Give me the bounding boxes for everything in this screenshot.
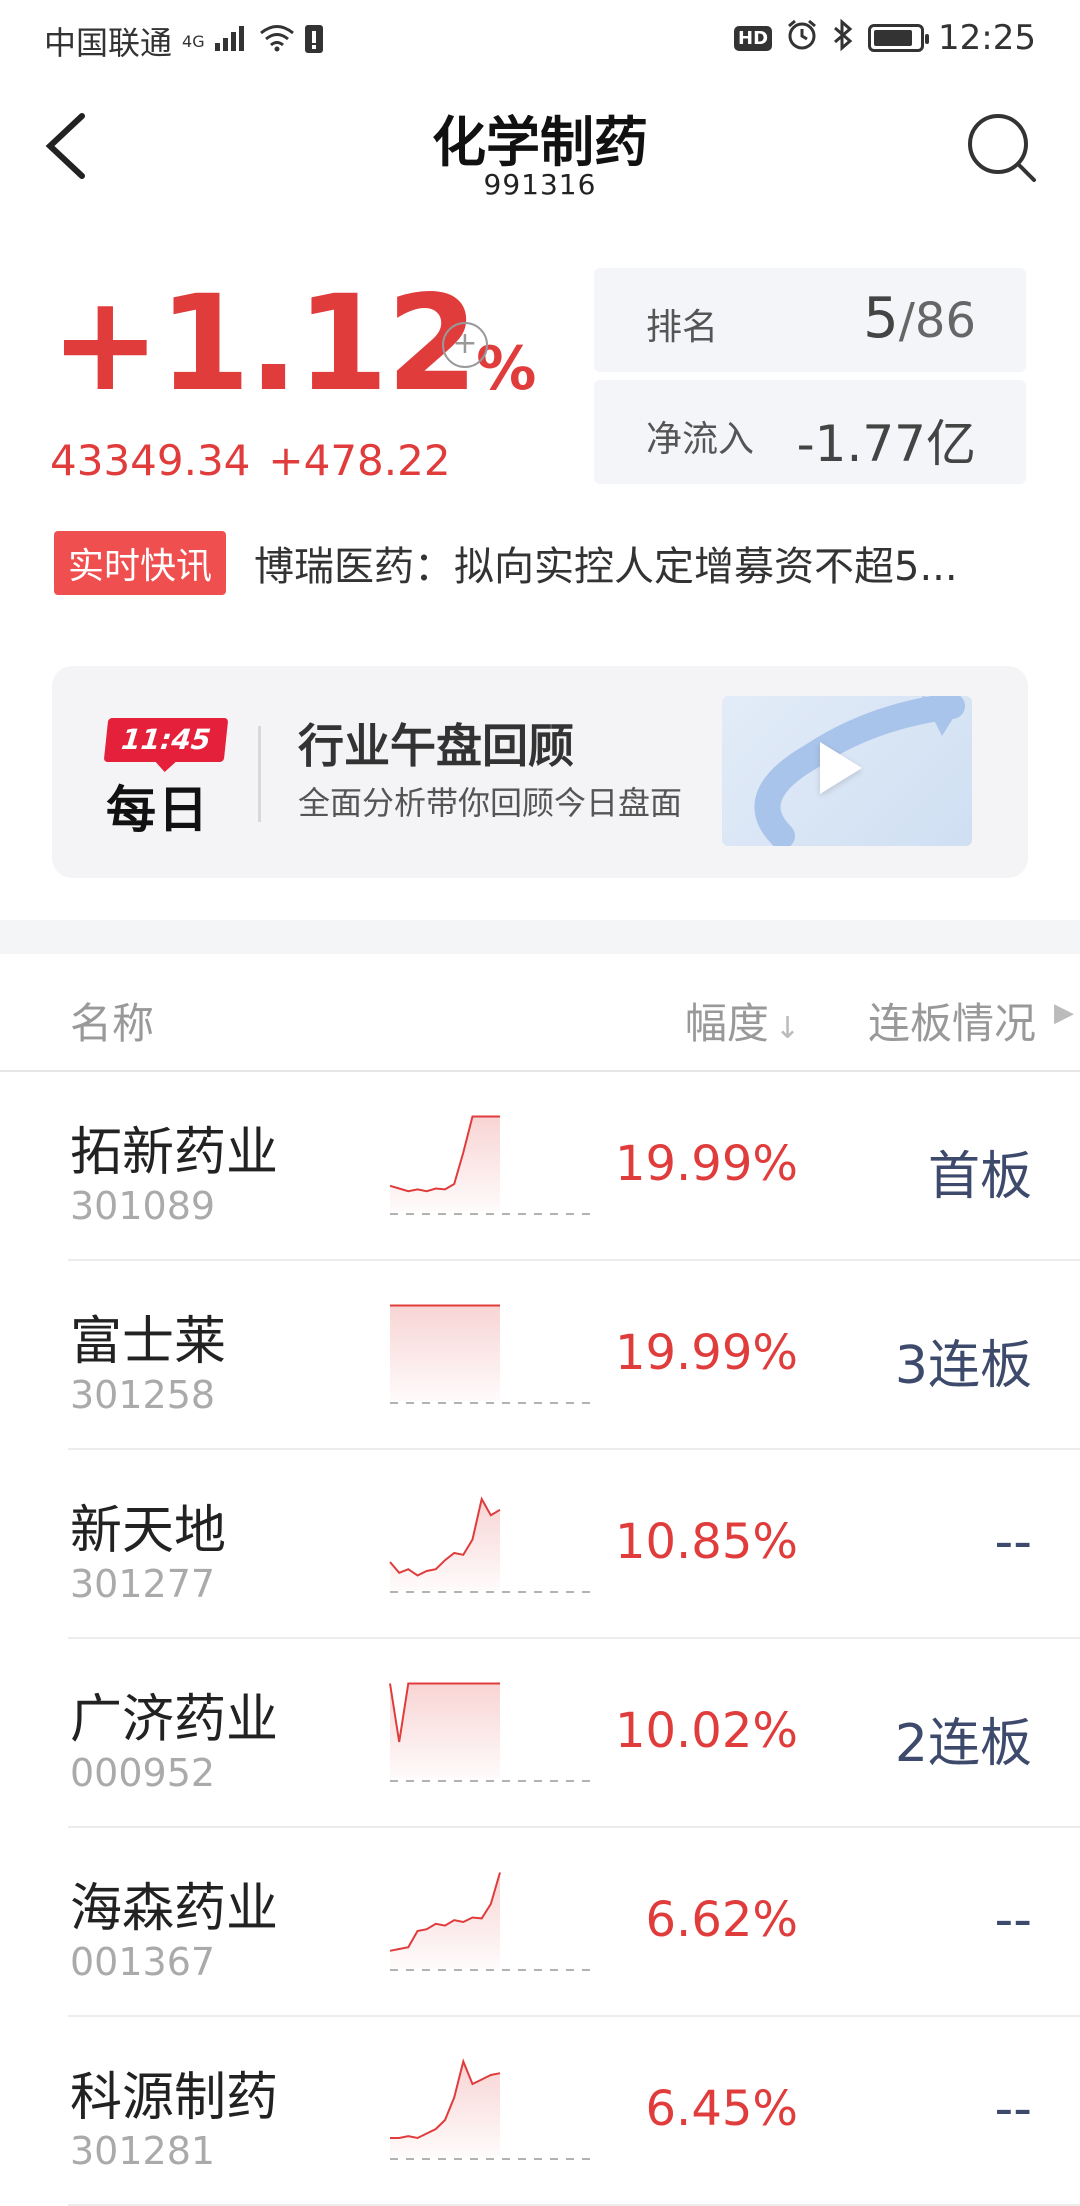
hd-icon: HD: [734, 25, 773, 51]
stock-code: 301089: [70, 1184, 216, 1228]
scroll-right-icon[interactable]: ▶: [1054, 998, 1074, 1028]
rank-value: 5/86: [863, 286, 976, 351]
table-row[interactable]: 新天地 301277 10.85% --: [68, 1450, 1080, 1639]
page-title: 化学制药: [432, 111, 648, 174]
change-percent-cell: 19.99%: [614, 1136, 798, 1192]
daily-review-card[interactable]: 11:45 每日 行业午盘回顾 全面分析带你回顾今日盘面: [52, 666, 1028, 878]
page-header: 化学制药 991316: [0, 90, 1080, 210]
battery-level: [874, 30, 912, 46]
stock-code: 000952: [70, 1751, 216, 1795]
column-range-header[interactable]: 幅度 ↓: [685, 990, 800, 1051]
sparkline-area: [390, 1872, 500, 1968]
streak-cell: --: [994, 1512, 1032, 1572]
status-left: 中国联通 4G: [44, 18, 323, 64]
stock-name: 富士莱: [70, 1312, 227, 1372]
stock-code: 301258: [70, 1373, 216, 1417]
change-percent-cell: 19.99%: [614, 1325, 798, 1381]
stock-name: 拓新药业: [70, 1123, 279, 1183]
rank-total: /86: [898, 293, 976, 349]
change-percent-cell: 10.85%: [614, 1514, 798, 1570]
sparkline-chart: [389, 1115, 598, 1215]
change-percent-value: +1.12: [50, 267, 478, 421]
stock-code: 301277: [70, 1562, 216, 1606]
stock-name: 科源制药: [70, 2068, 279, 2128]
streak-cell: --: [994, 2079, 1032, 2139]
bluetooth-icon: [832, 18, 854, 58]
table-row[interactable]: 拓新药业 301089 19.99% 首板: [68, 1072, 1080, 1261]
stock-name: 新天地: [70, 1501, 227, 1561]
sparkline-chart: [390, 1304, 598, 1404]
video-thumbnail[interactable]: [722, 696, 972, 846]
stock-code: 301281: [70, 2129, 216, 2173]
alarm-icon: [786, 19, 818, 58]
rank-box[interactable]: 排名 5/86: [594, 268, 1026, 372]
table-header: 名称 幅度 ↓ 连板情况 ▶: [0, 954, 1080, 1072]
network-type-label: 4G: [182, 31, 205, 51]
stock-list: 拓新药业 301089 19.99% 首板 富士莱 301258 19.99% 3连板 新天地 3…: [0, 1072, 1080, 2206]
column-streak-header[interactable]: 连板情况: [868, 990, 1036, 1051]
signal-icon: [214, 25, 249, 58]
play-icon: [820, 742, 862, 794]
sparkline-area: [390, 1499, 500, 1590]
rank-number: 5: [863, 286, 899, 351]
stock-name: 海森药业: [70, 1879, 279, 1939]
change-value: +478.22: [268, 436, 451, 485]
daily-title: 行业午盘回顾: [298, 719, 574, 773]
inflow-label: 净流入: [646, 419, 755, 460]
add-watchlist-button[interactable]: +: [442, 322, 488, 368]
section-separator: [0, 920, 1080, 954]
sparkline-chart: [390, 2058, 598, 2160]
search-icon: [968, 114, 1036, 182]
sparkline-chart: [389, 1872, 598, 1971]
table-row[interactable]: 富士莱 301258 19.99% 3连板: [68, 1261, 1080, 1450]
sparkline-area: [390, 1305, 500, 1401]
table-row[interactable]: 海森药业 001367 6.62% --: [68, 1828, 1080, 2017]
sparkline-chart: [389, 1682, 598, 1782]
sector-code: 991316: [483, 168, 597, 201]
stock-name: 广济药业: [70, 1690, 279, 1750]
news-badge: 实时快讯: [54, 531, 227, 595]
streak-cell: 首板: [927, 1147, 1032, 1207]
battery-icon: [868, 24, 930, 52]
sort-down-icon: ↓: [774, 1011, 800, 1046]
wifi-icon: [259, 24, 295, 59]
sparkline-chart: [389, 1496, 598, 1593]
inflow-box[interactable]: 净流入 -1.77亿: [594, 380, 1026, 484]
divider: [258, 726, 261, 822]
news-headline[interactable]: 博瑞医药：拟向实控人定增募资不超5...: [254, 534, 1024, 592]
search-button[interactable]: [964, 110, 1040, 186]
alert-icon: [304, 23, 323, 60]
inflow-value: -1.77亿: [796, 415, 976, 473]
news-ticker[interactable]: 实时快讯 博瑞医药：拟向实控人定增募资不超5...: [54, 531, 1044, 595]
status-bar: 中国联通 4G HD 12:25: [0, 0, 1080, 72]
table-row[interactable]: 科源制药 301281 6.45% --: [68, 2017, 1080, 2206]
table-row[interactable]: 广济药业 000952 10.02% 2连板: [68, 1639, 1080, 1828]
carrier-label: 中国联通: [44, 24, 173, 62]
status-right: HD 12:25: [734, 18, 1036, 58]
sparkline-area: [390, 1116, 500, 1212]
sparkline-area: [390, 2061, 500, 2157]
stock-code: 001367: [70, 1940, 216, 1984]
rank-label: 排名: [646, 307, 719, 348]
column-range-label: 幅度: [684, 999, 769, 1048]
streak-cell: 2连板: [894, 1714, 1032, 1774]
change-percent-cell: 6.62%: [645, 1892, 798, 1948]
index-values: 43349.34 +478.22: [50, 436, 451, 485]
daily-time-badge: 11:45: [103, 718, 229, 762]
change-percent-cell: 10.02%: [614, 1703, 798, 1759]
column-name-header[interactable]: 名称: [70, 990, 154, 1051]
streak-cell: 3连板: [894, 1336, 1032, 1396]
clock: 12:25: [938, 18, 1036, 58]
index-value: 43349.34: [50, 436, 251, 485]
daily-logo-text: 每日: [106, 781, 210, 839]
daily-subtitle: 全面分析带你回顾今日盘面: [298, 784, 683, 822]
streak-cell: --: [994, 1890, 1032, 1950]
change-percent-cell: 6.45%: [645, 2081, 798, 2137]
